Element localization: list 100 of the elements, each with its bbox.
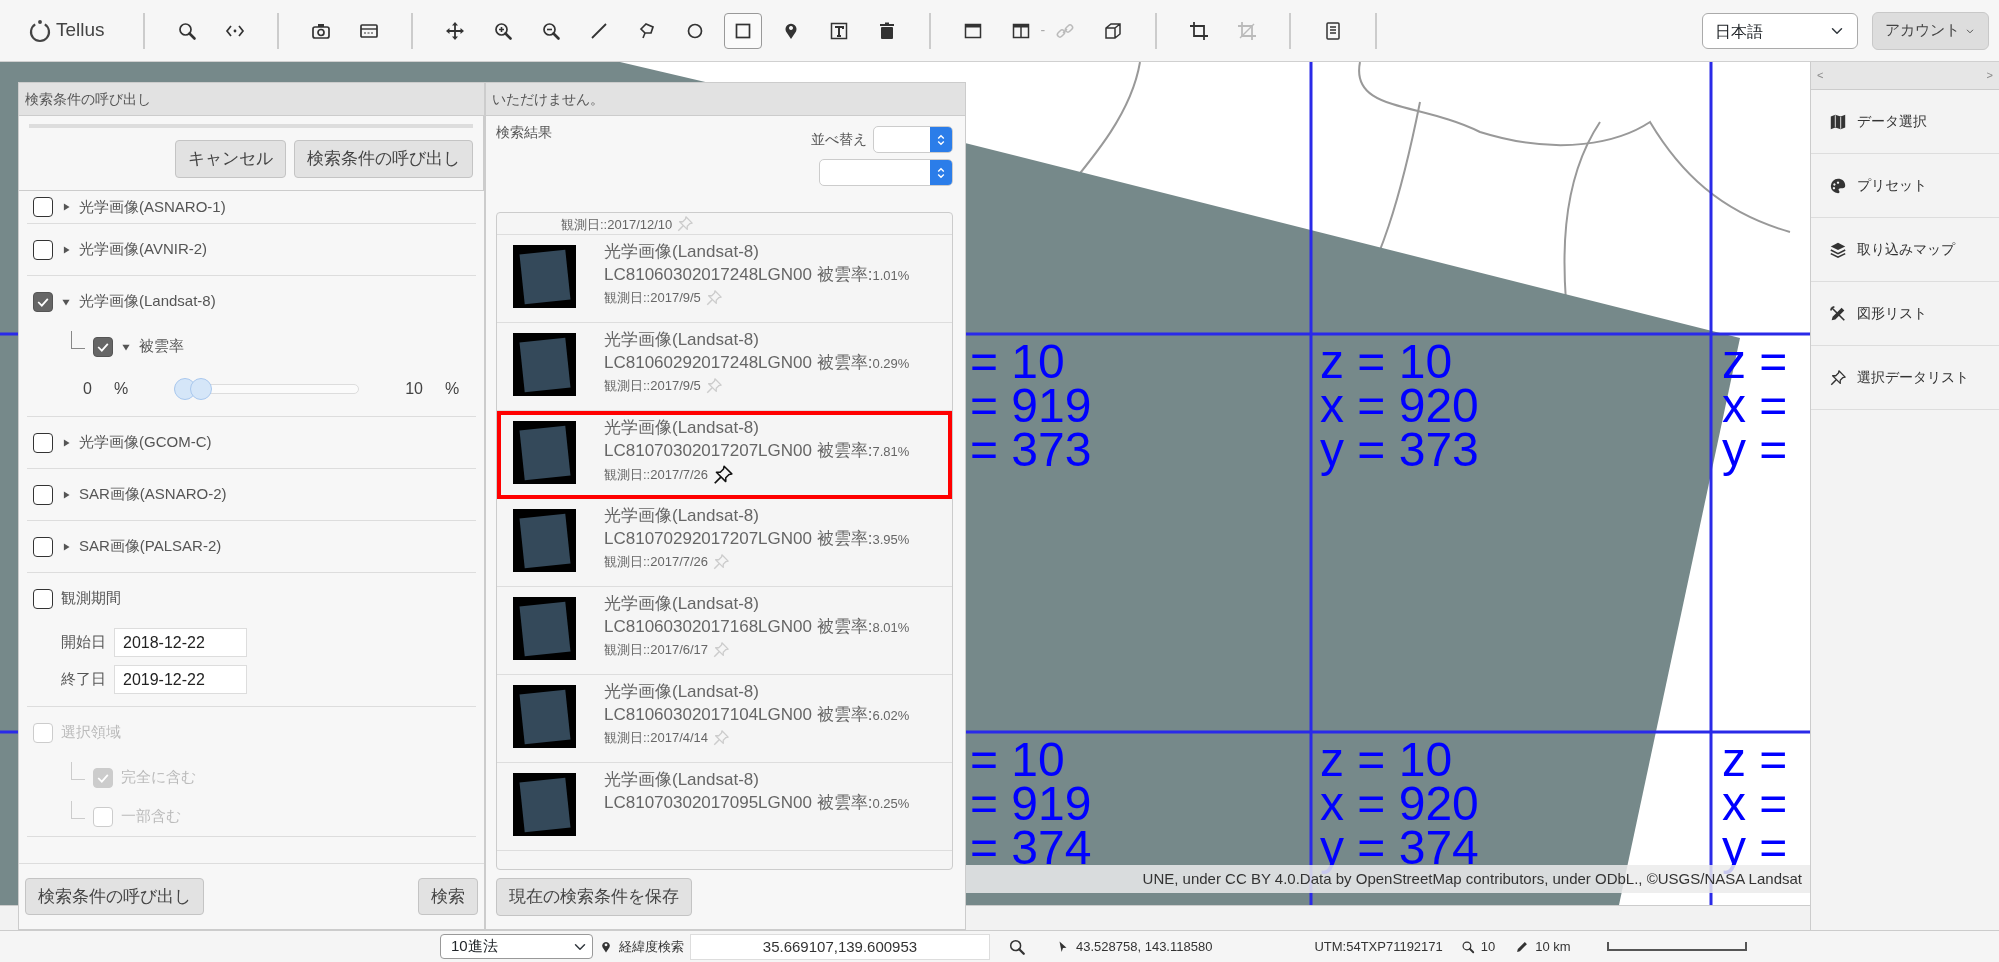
filter-label: 選択領域 <box>61 722 121 743</box>
result-title: 光学画像(Landsat-8) <box>604 417 760 439</box>
layers-icon <box>1829 240 1847 259</box>
slider-thumb[interactable] <box>190 378 213 400</box>
filter-label: SAR画像(PALSAR-2) <box>79 536 222 557</box>
save-search-button[interactable]: 現在の検索条件を保存 <box>496 878 692 916</box>
result-item[interactable]: 光学画像(Landsat-8) LC81060302017104LGN00 被雲率:6.02% 観測日::2017/4/14 <box>497 675 952 763</box>
caret-right-icon[interactable] <box>61 244 71 255</box>
tree-line <box>71 330 85 349</box>
select-field[interactable] <box>873 126 953 153</box>
result-item[interactable]: 光学画像(Landsat-8) LC81060302017168LGN00 被雲率:8.01% 観測日::2017/6/17 <box>497 587 952 675</box>
sidebar-item[interactable]: 図形リスト <box>1811 282 1999 346</box>
tile-coordinate-text: z = <box>1722 738 1788 782</box>
results-title: 検索結果 <box>496 123 552 142</box>
result-item[interactable]: 光学画像(Landsat-8) LC81070302017095LGN00 被雲率:0.25% <box>497 763 952 851</box>
cursor-coordinates: 43.528758, 143.118580 <box>1076 937 1213 956</box>
result-id-line: LC81070302017095LGN00 被雲率:0.25% <box>604 792 910 814</box>
date-label: 終了日 <box>61 669 106 690</box>
caret-right-icon[interactable] <box>61 437 71 448</box>
result-id-line: LC81060302017104LGN00 被雲率:6.02% <box>604 704 910 726</box>
result-item[interactable]: 光学画像(Landsat-8) LC81060302017248LGN00 被雲率:1.01% 観測日::2017/9/5 <box>497 235 952 323</box>
result-id-line: LC81060302017168LGN00 被雲率:8.01% <box>604 616 910 638</box>
utm-coordinate: UTM:54TXP71192171 <box>1313 937 1443 956</box>
sidebar-item[interactable]: 選択データリスト <box>1811 346 1999 410</box>
result-id-line: LC81070302017207LGN00 被雲率:7.81% <box>604 440 910 462</box>
sidebar-item[interactable]: データ選択 <box>1811 90 1999 154</box>
tile-coordinate-text: z = 10 <box>1320 340 1454 384</box>
checkbox[interactable] <box>33 536 53 557</box>
coordinate-search-label: 経緯度検索 <box>619 937 684 956</box>
unit-label: % <box>113 379 129 399</box>
sort-label: 並べ替え <box>811 130 867 149</box>
result-id-line: LC81060302017248LGN00 被雲率:1.01% <box>604 264 910 286</box>
tile-coordinate-text: = 919 <box>970 782 1092 826</box>
thumbnail-placeholder <box>513 685 576 748</box>
date-field[interactable]: 2019-12-22 <box>114 665 247 694</box>
caret-right-icon[interactable] <box>61 202 71 212</box>
logo-icon <box>28 18 52 43</box>
dialog-button[interactable]: キャンセル <box>175 140 286 178</box>
result-title: 光学画像(Landsat-8) <box>604 505 760 527</box>
language-select[interactable]: 日本語 <box>1702 12 1858 49</box>
result-title: 光学画像(Landsat-8) <box>604 593 760 615</box>
sidebar-item[interactable]: 取り込みマップ <box>1811 218 1999 282</box>
thumbnail-placeholder <box>513 773 576 836</box>
sidebar-item[interactable]: プリセット <box>1811 154 1999 218</box>
move-arrows-icon <box>444 20 465 41</box>
tree-line <box>71 800 85 819</box>
checkbox[interactable] <box>33 432 53 453</box>
checkbox[interactable] <box>33 197 53 217</box>
tile-coordinate-text: = 10 <box>970 738 1066 782</box>
select-field[interactable] <box>819 159 953 186</box>
filter-label: SAR画像(ASNARO-2) <box>79 484 227 505</box>
checkbox[interactable] <box>93 336 113 357</box>
footer-button[interactable]: 検索条件の呼び出し <box>25 877 204 916</box>
result-date: 観測日::2017/9/5 <box>604 289 701 307</box>
cube-icon <box>1103 20 1124 41</box>
checkbox[interactable] <box>33 484 53 505</box>
crop-off-icon <box>1237 20 1258 41</box>
result-date: 観測日::2017/12/10 <box>561 215 673 234</box>
pencil-icon <box>1515 939 1530 954</box>
dialog-button[interactable]: 検索条件の呼び出し <box>294 140 473 178</box>
result-item[interactable]: 光学画像(Landsat-8) LC81060292017248LGN00 被雲率:0.29% 観測日::2017/9/5 <box>497 323 952 411</box>
checkbox[interactable] <box>33 291 53 312</box>
caret-right-icon[interactable] <box>61 489 71 500</box>
account-button[interactable]: アカウント <box>1872 11 1989 50</box>
footer-button[interactable]: 検索 <box>418 877 478 916</box>
result-title: 光学画像(Landsat-8) <box>604 769 760 791</box>
result-id-line: LC81060292017248LGN00 被雲率:0.29% <box>604 352 910 374</box>
search-icon[interactable] <box>1008 937 1026 956</box>
coordinate-field[interactable]: 35.669107,139.600953 <box>690 933 990 960</box>
range-slider-track[interactable] <box>174 378 360 400</box>
checkbox[interactable] <box>33 588 53 609</box>
result-item[interactable]: 光学画像(Landsat-8) LC81070292017207LGN00 被雲率:3.95% 観測日::2017/7/26 <box>497 499 952 587</box>
tile-coordinate-text: z = 10 <box>1320 738 1454 782</box>
unit-label: % <box>444 379 460 399</box>
pushpin-icon[interactable] <box>712 464 735 486</box>
result-item[interactable]: 観測日::2017/12/10 <box>497 213 952 235</box>
text-icon <box>828 20 849 41</box>
zoom-level: 10 <box>1480 937 1496 956</box>
tile-coordinate-text: = 373 <box>970 428 1092 472</box>
caret-right-icon[interactable] <box>61 541 71 552</box>
tool-button[interactable] <box>723 12 762 49</box>
format-select[interactable]: 10進法 <box>440 934 593 959</box>
result-item[interactable]: 光学画像(Landsat-8) LC81070302017207LGN00 被雲率:7.81% 観測日::2017/7/26 <box>497 411 952 499</box>
date-field[interactable]: 2018-12-22 <box>114 628 247 657</box>
thumbnail-placeholder <box>513 597 576 660</box>
result-id-line: LC81070292017207LGN00 被雲率:3.95% <box>604 528 910 550</box>
search-icon <box>1460 939 1475 954</box>
search-icon <box>176 20 197 41</box>
tile-coordinate-text: x = 920 <box>1320 782 1479 826</box>
thumbnail-placeholder <box>513 245 576 308</box>
result-date: 観測日::2017/7/26 <box>604 466 709 485</box>
result-title: 光学画像(Landsat-8) <box>604 681 760 703</box>
filter-label: 光学画像(Landsat-8) <box>79 291 216 312</box>
thumbnail-placeholder <box>513 509 576 572</box>
checkbox[interactable] <box>33 239 53 260</box>
result-title: 光学画像(Landsat-8) <box>604 241 760 263</box>
tile-coordinate-text: = 10 <box>970 340 1066 384</box>
folded-map-icon <box>1829 112 1847 131</box>
notice-text: いただけません。 <box>486 83 965 116</box>
dialog-title: 検索条件の呼び出し <box>19 83 484 116</box>
